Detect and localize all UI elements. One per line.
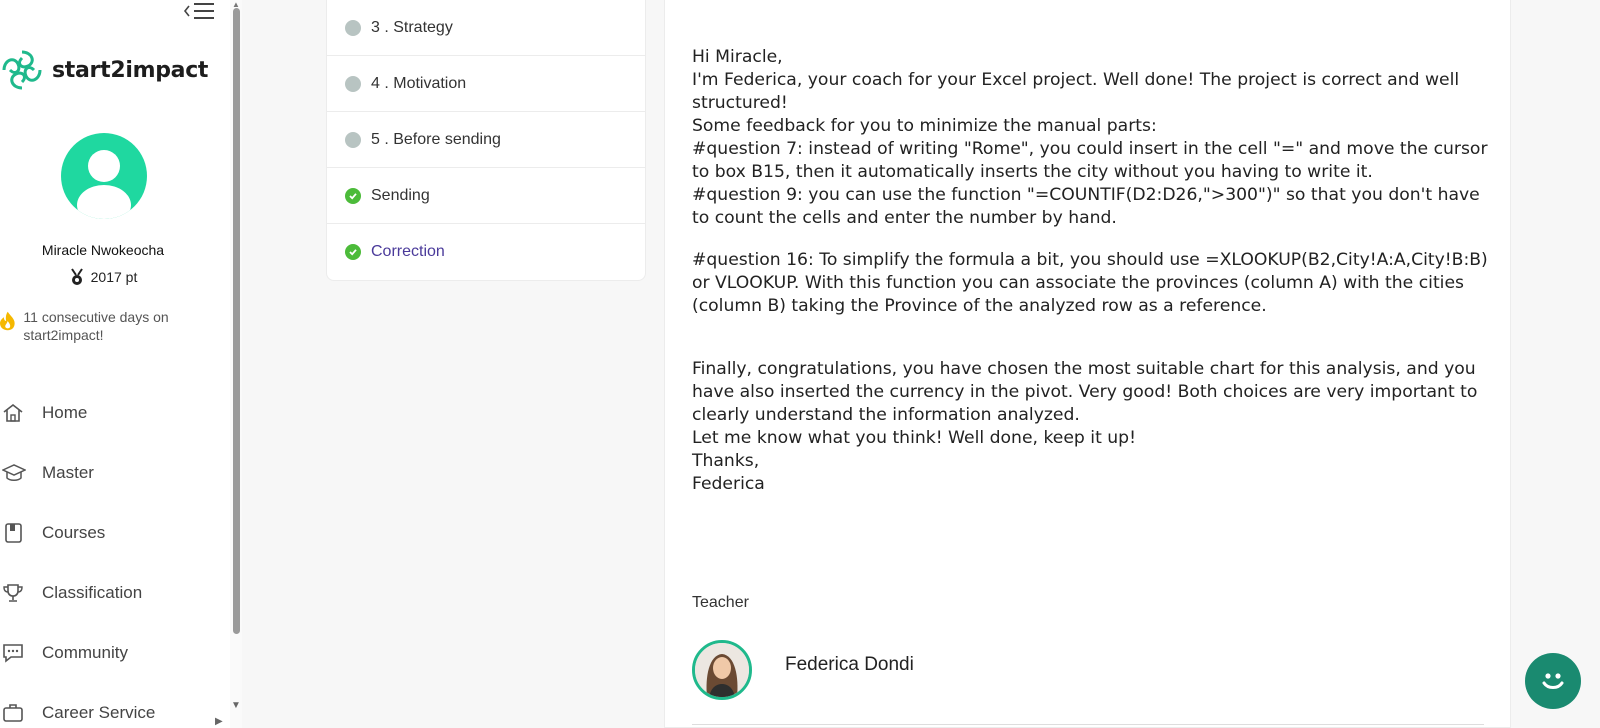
- step-label: 4 . Motivation: [371, 74, 467, 92]
- home-icon: [0, 402, 28, 424]
- user-points: 2017 pt: [0, 268, 206, 286]
- step-sending[interactable]: Sending: [327, 168, 645, 224]
- step-motivation[interactable]: 4 . Motivation: [327, 56, 645, 112]
- divider: [692, 724, 1484, 725]
- brand-logo[interactable]: start2impact: [0, 48, 208, 92]
- user-placeholder-icon: [77, 150, 131, 219]
- feedback-paragraph: Let me know what you think! Well done, k…: [692, 428, 1136, 448]
- step-pending-icon: [345, 131, 361, 148]
- nav-label-community: Community: [42, 643, 128, 662]
- nav-item-community[interactable]: Community: [0, 623, 226, 683]
- nav-label-master: Master: [42, 463, 94, 482]
- nav-item-master[interactable]: Master: [0, 443, 226, 503]
- graduation-cap-icon: [0, 462, 28, 484]
- step-pending-icon: [345, 75, 361, 92]
- check-circle-icon: [345, 244, 361, 260]
- medal-icon: [70, 268, 83, 285]
- nav-item-home[interactable]: Home: [0, 383, 226, 443]
- teacher-photo-icon: [695, 643, 749, 697]
- teacher-label: Teacher: [692, 594, 749, 611]
- sidebar-scrollbar[interactable]: ▲ ▼: [230, 0, 242, 728]
- nav-item-courses[interactable]: Courses: [0, 503, 226, 563]
- step-label: 3 . Strategy: [371, 18, 453, 36]
- flame-icon: [0, 311, 15, 331]
- step-label: 5 . Before sending: [371, 130, 501, 148]
- nav-label-home: Home: [42, 403, 88, 422]
- feedback-paragraph: I'm Federica, your coach for your Excel …: [692, 70, 1460, 113]
- feedback-thanks: Thanks,: [692, 451, 760, 471]
- step-correction[interactable]: Correction: [327, 224, 645, 280]
- greeting-text: Hi Miracle,: [692, 47, 783, 67]
- check-circle-icon: [345, 187, 361, 204]
- step-label: Sending: [371, 186, 430, 204]
- points-value: 2017 pt: [90, 269, 138, 285]
- feedback-question-7: #question 7: instead of writing "Rome", …: [692, 139, 1488, 182]
- feedback-message: Hi Miracle, I'm Federica, your coach for…: [692, 46, 1492, 496]
- step-strategy[interactable]: 3 . Strategy: [327, 0, 645, 56]
- feedback-signature: Federica: [692, 474, 765, 494]
- feedback-paragraph: Some feedback for you to minimize the ma…: [692, 116, 1157, 136]
- nav-item-career-service[interactable]: Career Service: [0, 683, 226, 728]
- support-chat-button[interactable]: [1525, 653, 1581, 709]
- streak-banner: 11 consecutive days on start2impact!: [0, 308, 200, 344]
- streak-text: 11 consecutive days on start2impact!: [23, 309, 169, 343]
- project-steps-list: 3 . Strategy 4 . Motivation 5 . Before s…: [326, 0, 646, 281]
- nav-label-courses: Courses: [42, 523, 106, 542]
- scroll-down-arrow-icon[interactable]: ▼: [231, 700, 241, 711]
- main-nav: Home Master Courses Classification Commu…: [0, 383, 226, 728]
- trophy-icon: [0, 582, 28, 604]
- smiley-chat-icon: [1542, 673, 1564, 689]
- feedback-question-9: #question 9: you can use the function "=…: [692, 185, 1480, 228]
- brand-name: start2impact: [52, 57, 209, 83]
- step-before-sending[interactable]: 5 . Before sending: [327, 112, 645, 168]
- chat-icon: [0, 642, 28, 664]
- user-avatar[interactable]: [61, 133, 147, 219]
- teacher-name: Federica Dondi: [785, 654, 914, 675]
- feedback-paragraph: Finally, congratulations, you have chose…: [692, 359, 1478, 425]
- sidebar: start2impact Miracle Nwokeocha 2017 pt 1…: [0, 0, 230, 728]
- brand-logo-icon: [2, 50, 42, 90]
- feedback-card: Hi Miracle, I'm Federica, your coach for…: [664, 0, 1511, 728]
- teacher-avatar: [692, 640, 752, 700]
- user-name: Miracle Nwokeocha: [41, 242, 165, 258]
- book-icon: [0, 522, 28, 544]
- step-pending-icon: [345, 19, 361, 36]
- scrollbar-thumb[interactable]: [233, 8, 240, 634]
- nav-label-career-service: Career Service: [42, 703, 156, 722]
- briefcase-icon: [0, 702, 28, 724]
- nav-item-classification[interactable]: Classification: [0, 563, 226, 623]
- scroll-right-arrow-icon[interactable]: ▶: [215, 716, 223, 727]
- feedback-question-16: #question 16: To simplify the formula a …: [692, 250, 1488, 316]
- step-label-active: Correction: [371, 243, 445, 260]
- collapse-menu-icon: [183, 3, 214, 19]
- nav-label-classification: Classification: [42, 583, 143, 602]
- collapse-sidebar-button[interactable]: [182, 0, 222, 22]
